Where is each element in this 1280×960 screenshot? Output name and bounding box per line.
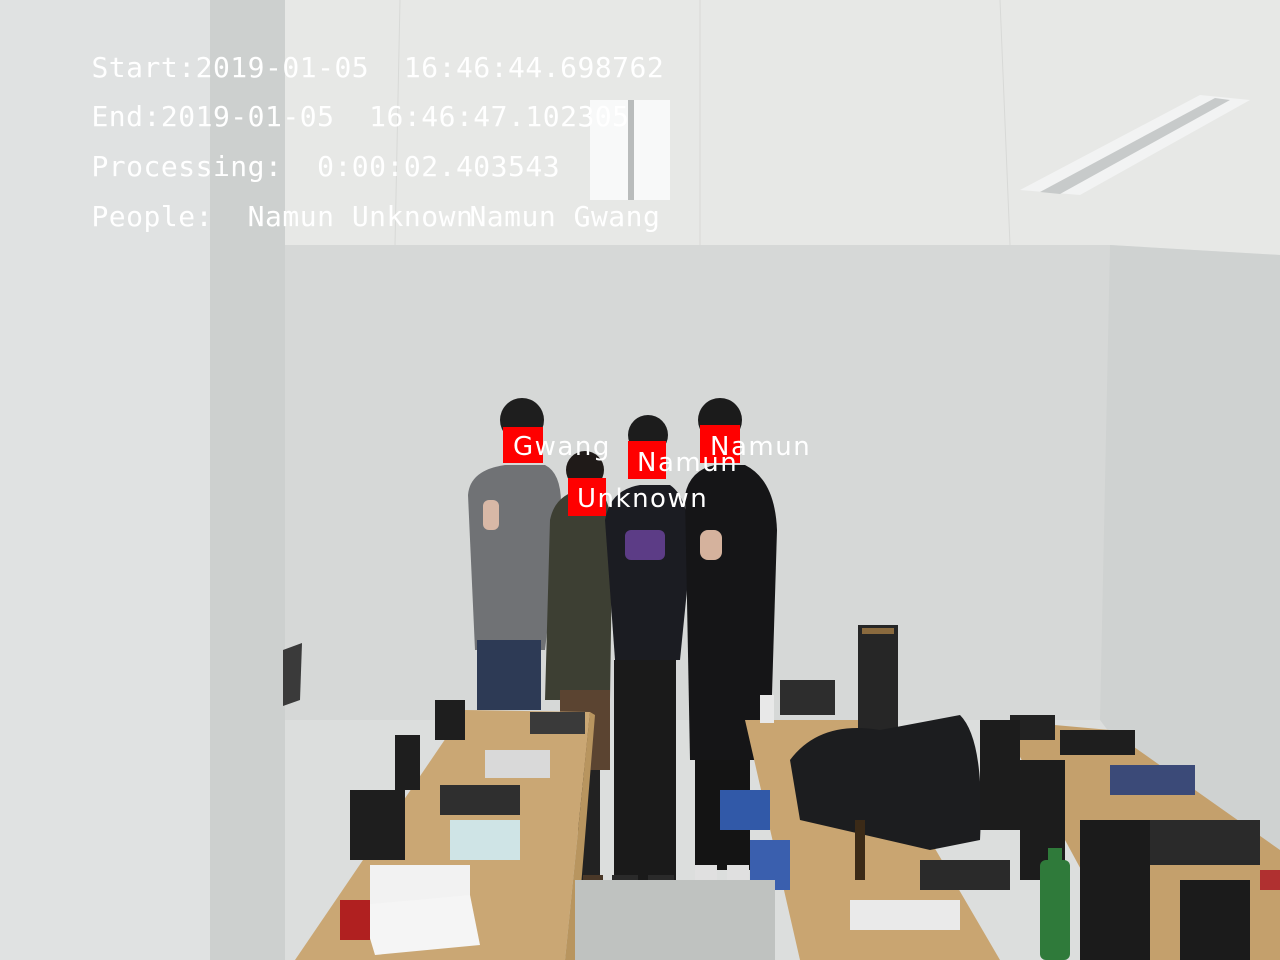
face-label-unknown: Unknown [577,484,709,514]
people-line-overlap: Namun Gwang [400,175,660,259]
face-label-gwang: Gwang [513,432,611,462]
people-value-overlap: Namun Gwang [469,200,661,233]
face-label-namun-center: Namun [637,448,739,478]
people-label: People: [91,200,213,233]
photo-frame: Start:2019-01-05 16:46:44.698762 End:201… [0,0,1280,960]
